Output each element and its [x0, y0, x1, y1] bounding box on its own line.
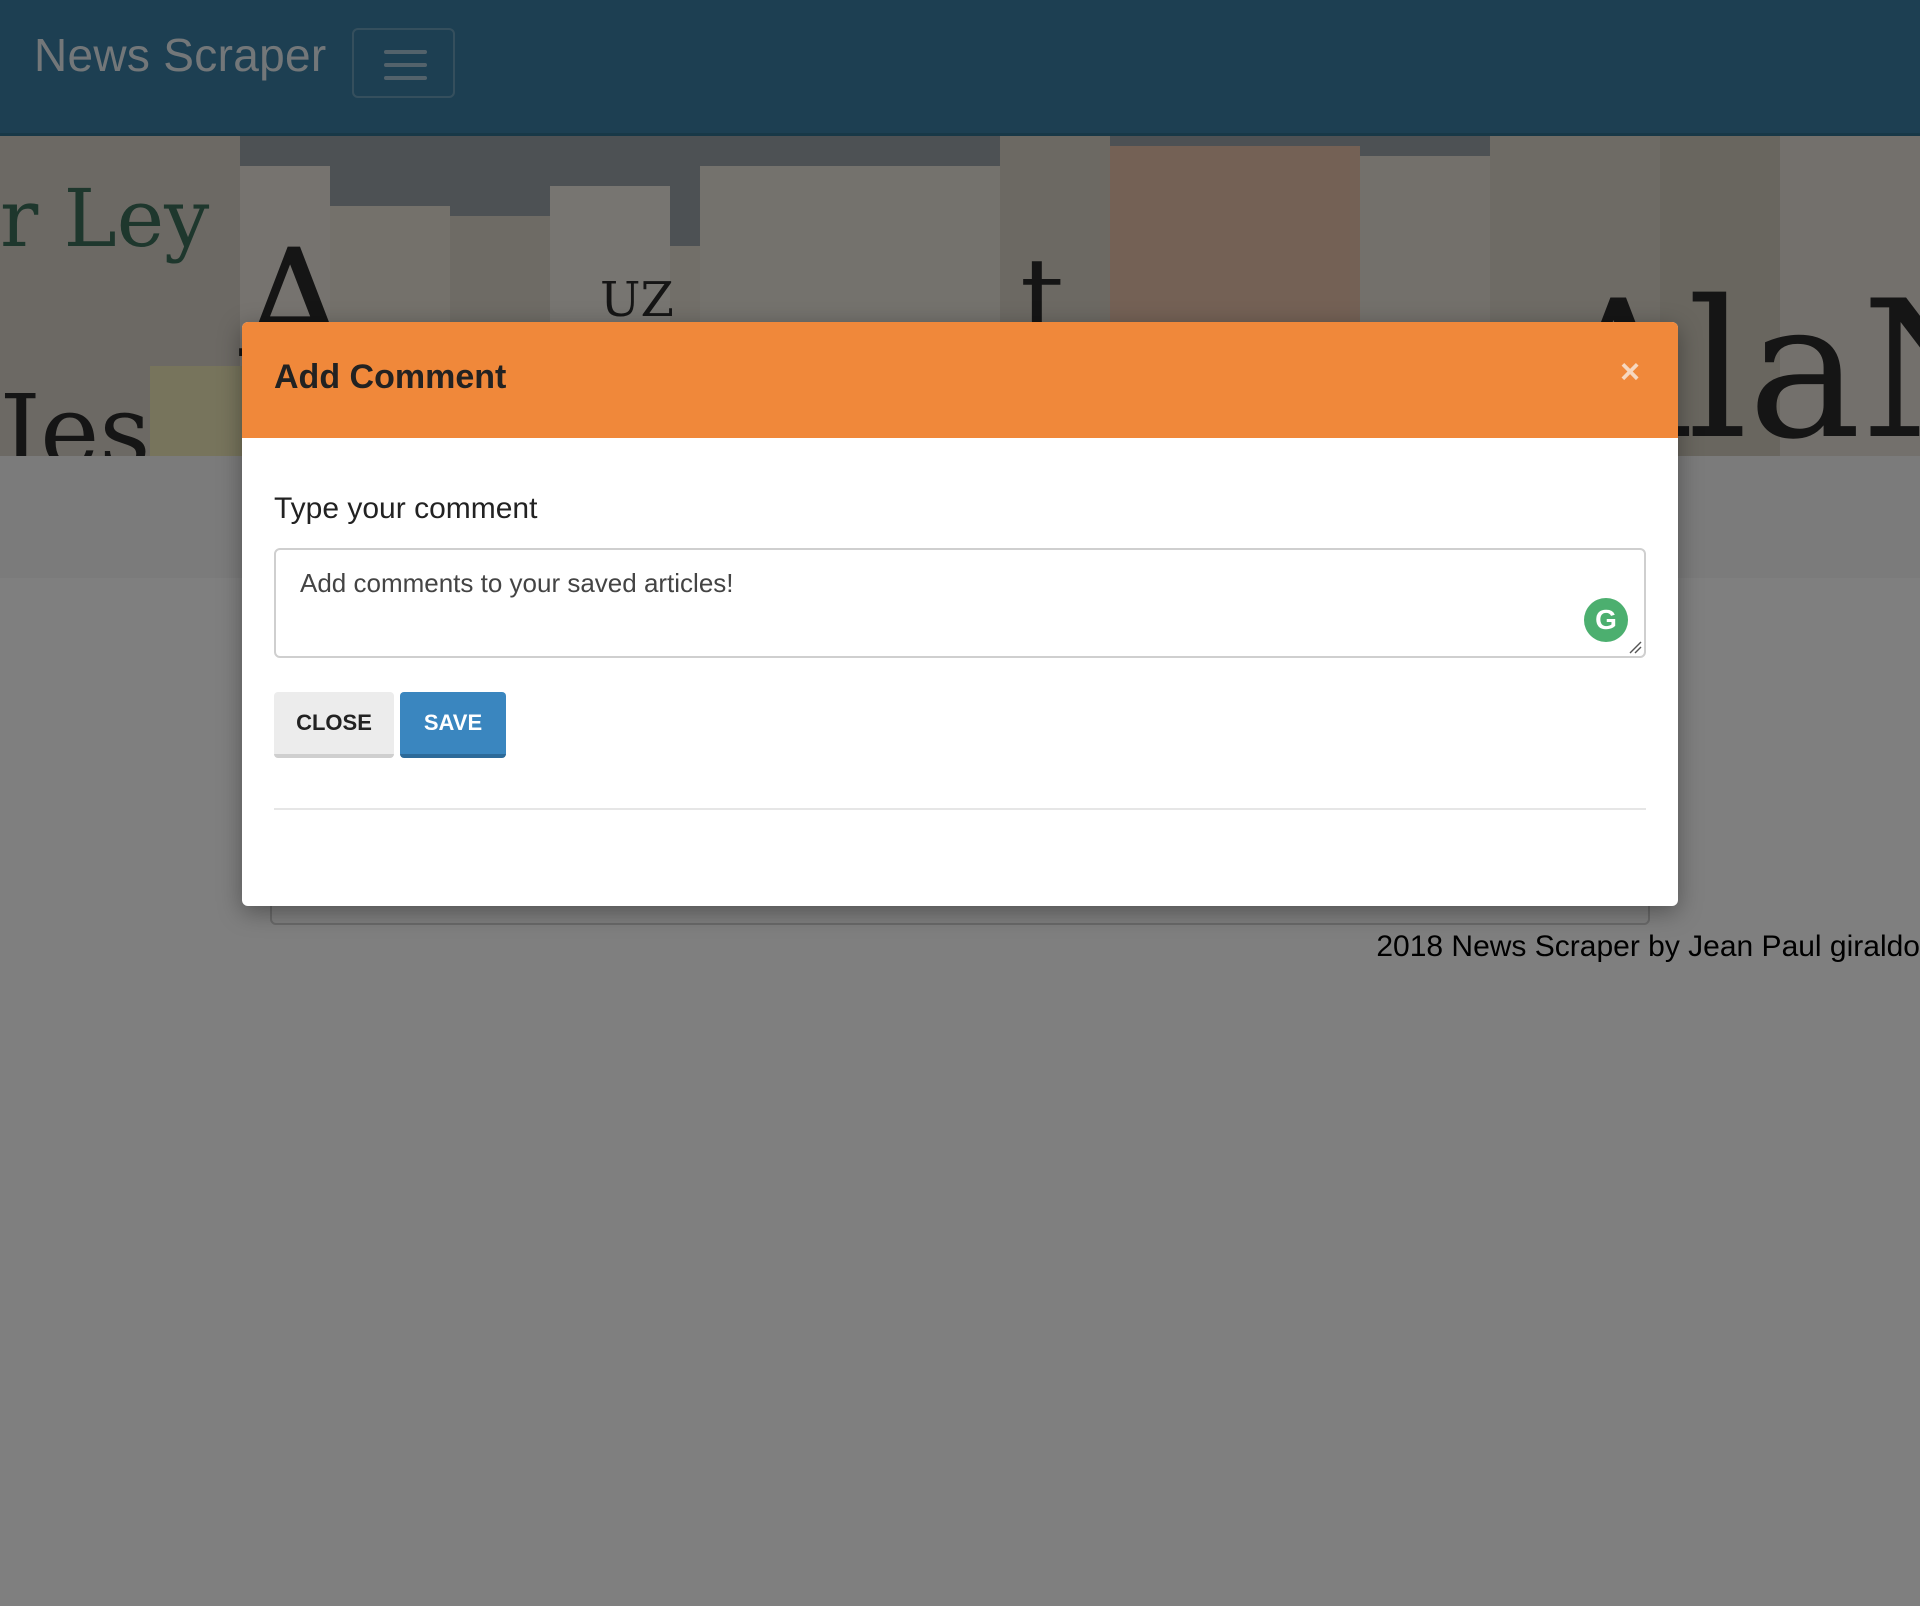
modal-header: Add Comment × — [242, 322, 1678, 438]
resize-grip-icon[interactable] — [1628, 640, 1642, 654]
comment-textarea[interactable]: Add comments to your saved articles! G — [274, 548, 1646, 658]
add-comment-modal: Add Comment × Type your comment Add comm… — [242, 322, 1678, 906]
modal-footer-divider — [274, 808, 1646, 810]
modal-title: Add Comment — [274, 358, 507, 396]
close-x-icon[interactable]: × — [1612, 354, 1648, 390]
save-button[interactable]: Save — [400, 692, 506, 758]
comment-textarea-value[interactable]: Add comments to your saved articles! — [300, 568, 734, 599]
comment-field-label: Type your comment — [274, 492, 538, 525]
close-button[interactable]: Close — [274, 692, 394, 758]
grammarly-icon[interactable]: G — [1584, 598, 1628, 642]
